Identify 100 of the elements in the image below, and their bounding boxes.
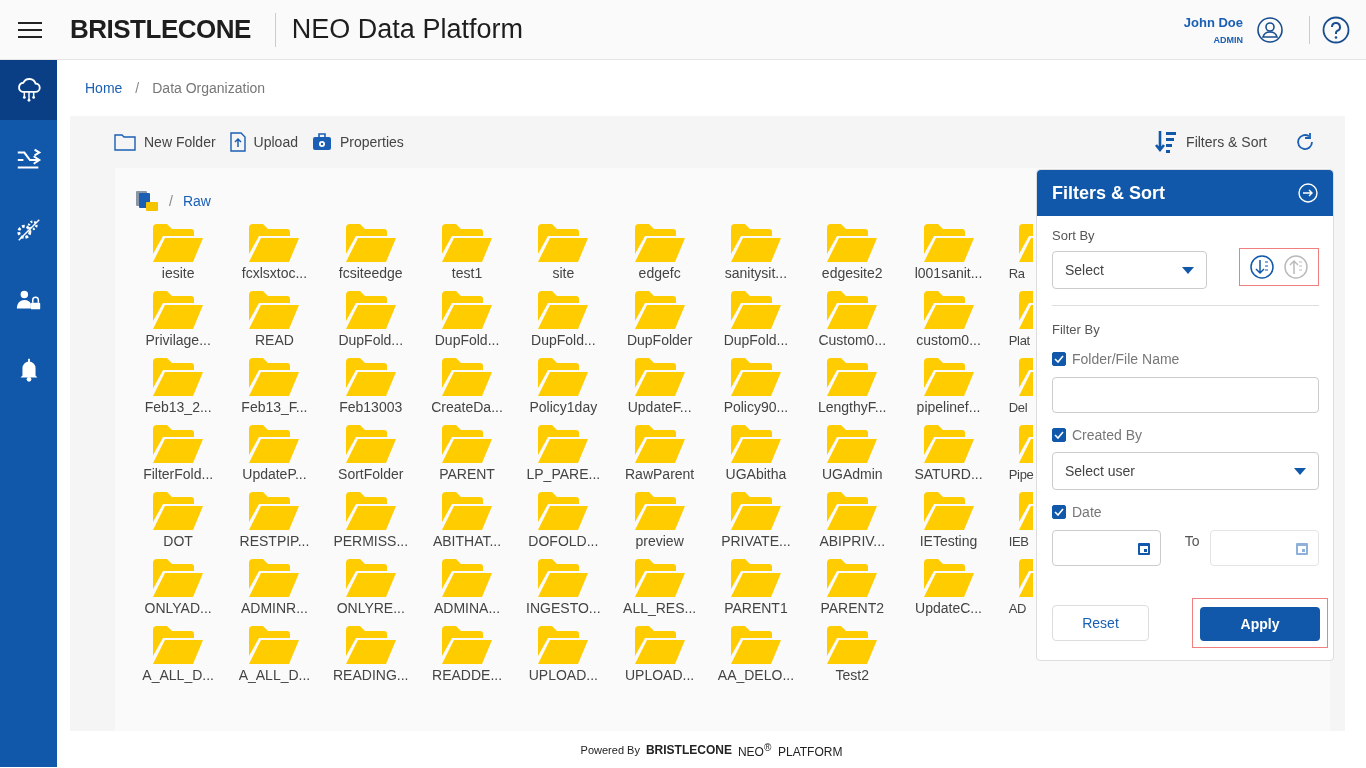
folder-icon: [153, 358, 204, 396]
user-dropdown[interactable]: Select user: [1052, 452, 1319, 490]
folder-item[interactable]: ONLYAD...: [130, 559, 227, 626]
folder-item[interactable]: UpdateC...: [900, 559, 997, 626]
date-field[interactable]: [1052, 530, 1161, 566]
checkbox[interactable]: [1052, 352, 1066, 366]
apply-button[interactable]: Apply: [1200, 607, 1320, 641]
folder-item[interactable]: test1: [418, 224, 516, 291]
folder-item[interactable]: PARENT2: [804, 559, 901, 626]
folder-item[interactable]: RawParent: [611, 425, 708, 492]
toolbar-button[interactable]: Upload: [229, 132, 298, 152]
folder-item[interactable]: ADMINR...: [226, 559, 323, 626]
storage-icon[interactable]: [135, 190, 159, 212]
folder-item[interactable]: UGAdmin: [804, 425, 901, 492]
checkbox[interactable]: [1052, 505, 1066, 519]
folder-item[interactable]: DOT: [130, 492, 227, 559]
folder-item[interactable]: Plat: [996, 291, 1035, 358]
folder-item[interactable]: ABITHAT...: [418, 492, 516, 559]
folder-item[interactable]: pipelinef...: [900, 358, 997, 425]
checkbox[interactable]: [1052, 428, 1066, 442]
folder-item[interactable]: Del: [996, 358, 1035, 425]
folder-item[interactable]: FilterFold...: [130, 425, 227, 492]
folder-item[interactable]: PARENT1: [707, 559, 805, 626]
toolbar-button[interactable]: Properties: [311, 133, 404, 151]
folder-item[interactable]: Ra: [996, 224, 1035, 291]
folder-item[interactable]: DupFold...: [515, 291, 612, 358]
folder-item[interactable]: UPLOAD...: [611, 626, 708, 693]
folder-item[interactable]: PRIVATE...: [707, 492, 805, 559]
folder-item[interactable]: fcsiteedge: [322, 224, 419, 291]
folder-item[interactable]: edgefc: [611, 224, 708, 291]
folder-icon: [923, 492, 974, 530]
path-link[interactable]: Raw: [182, 193, 211, 209]
help-icon[interactable]: [1322, 15, 1350, 44]
calendar-icon[interactable]: [1136, 540, 1151, 556]
folder-item[interactable]: iesite: [130, 224, 227, 291]
folder-item[interactable]: DupFolder: [611, 291, 708, 358]
folder-item[interactable]: edgesite2: [804, 224, 901, 291]
folder-item[interactable]: custom0...: [900, 291, 997, 358]
folder-item[interactable]: LengthyF...: [804, 358, 901, 425]
folder-item[interactable]: CreateDa...: [418, 358, 516, 425]
refresh-icon[interactable]: [1295, 132, 1315, 152]
folder-item[interactable]: A_ALL_D...: [226, 626, 323, 693]
folder-item[interactable]: preview: [611, 492, 708, 559]
folder-item[interactable]: UPLOAD...: [515, 626, 612, 693]
folder-item[interactable]: fcxlsxtoc...: [226, 224, 323, 291]
folder-item[interactable]: SATURD...: [900, 425, 997, 492]
folder-item[interactable]: DOFOLD...: [515, 492, 612, 559]
folder-item[interactable]: Privilage...: [130, 291, 227, 358]
filters-sort-button[interactable]: Filters & Sort: [1155, 130, 1267, 154]
menu-icon[interactable]: [18, 20, 42, 39]
reset-button[interactable]: Reset: [1052, 605, 1149, 641]
folder-item[interactable]: ONLYRE...: [322, 559, 419, 626]
folder-item[interactable]: READ: [226, 291, 323, 358]
folder-item[interactable]: Pipe: [996, 425, 1035, 492]
user-icon[interactable]: [1257, 16, 1283, 43]
name-input-field[interactable]: [1052, 377, 1319, 413]
folder-item[interactable]: Feb13003: [322, 358, 419, 425]
folder-item[interactable]: UpdateP...: [226, 425, 323, 492]
folder-item[interactable]: site: [515, 224, 612, 291]
sidebar-item[interactable]: [0, 60, 57, 120]
folder-item[interactable]: LP_PARE...: [515, 425, 612, 492]
folder-icon: [923, 559, 974, 597]
folder-item[interactable]: Policy90...: [707, 358, 805, 425]
folder-item[interactable]: sanitysit...: [707, 224, 805, 291]
folder-item[interactable]: READDE...: [418, 626, 516, 693]
folder-item[interactable]: l001sanit...: [900, 224, 997, 291]
folder-item[interactable]: Feb13_2...: [130, 358, 227, 425]
close-panel-icon[interactable]: [1298, 183, 1318, 203]
folder-item[interactable]: ABIPRIV...: [804, 492, 901, 559]
folder-item[interactable]: A_ALL_D...: [130, 626, 227, 693]
toolbar-button[interactable]: New Folder: [114, 133, 216, 151]
folder-item[interactable]: INGESTO...: [515, 559, 612, 626]
folder-item[interactable]: IEB: [996, 492, 1035, 559]
sort-dropdown[interactable]: Select: [1052, 251, 1207, 289]
folder-item[interactable]: Feb13_F...: [226, 358, 323, 425]
folder-item[interactable]: READING...: [322, 626, 419, 693]
folder-item[interactable]: Policy1day: [515, 358, 612, 425]
caret-icon: [1182, 266, 1194, 274]
folder-item[interactable]: IETesting: [900, 492, 997, 559]
folder-item[interactable]: RESTPIP...: [226, 492, 323, 559]
folder-item[interactable]: DupFold...: [418, 291, 516, 358]
folder-item[interactable]: ALL_RES...: [611, 559, 708, 626]
folder-item[interactable]: SortFolder: [322, 425, 419, 492]
briefcase-icon: [311, 133, 332, 151]
folder-item[interactable]: AD: [996, 559, 1035, 626]
folder-item[interactable]: DupFold...: [322, 291, 419, 358]
folder-item[interactable]: Custom0...: [804, 291, 901, 358]
checkbox-label: Folder/File Name: [1072, 351, 1180, 367]
folder-item[interactable]: DupFold...: [707, 291, 805, 358]
folder-item[interactable]: AA_DELO...: [707, 626, 805, 693]
date-field[interactable]: [1210, 530, 1319, 566]
folder-item[interactable]: PERMISS...: [322, 492, 419, 559]
folder-item[interactable]: UpdateF...: [611, 358, 708, 425]
folder-icon: [345, 358, 396, 396]
folder-item[interactable]: PARENT: [418, 425, 516, 492]
sort-descending-icon[interactable]: [1250, 255, 1274, 279]
folder-item[interactable]: Test2: [804, 626, 901, 693]
folder-item[interactable]: UGAbitha: [707, 425, 805, 492]
folder-item[interactable]: ADMINA...: [418, 559, 516, 626]
breadcrumb-link[interactable]: Home: [85, 80, 123, 96]
